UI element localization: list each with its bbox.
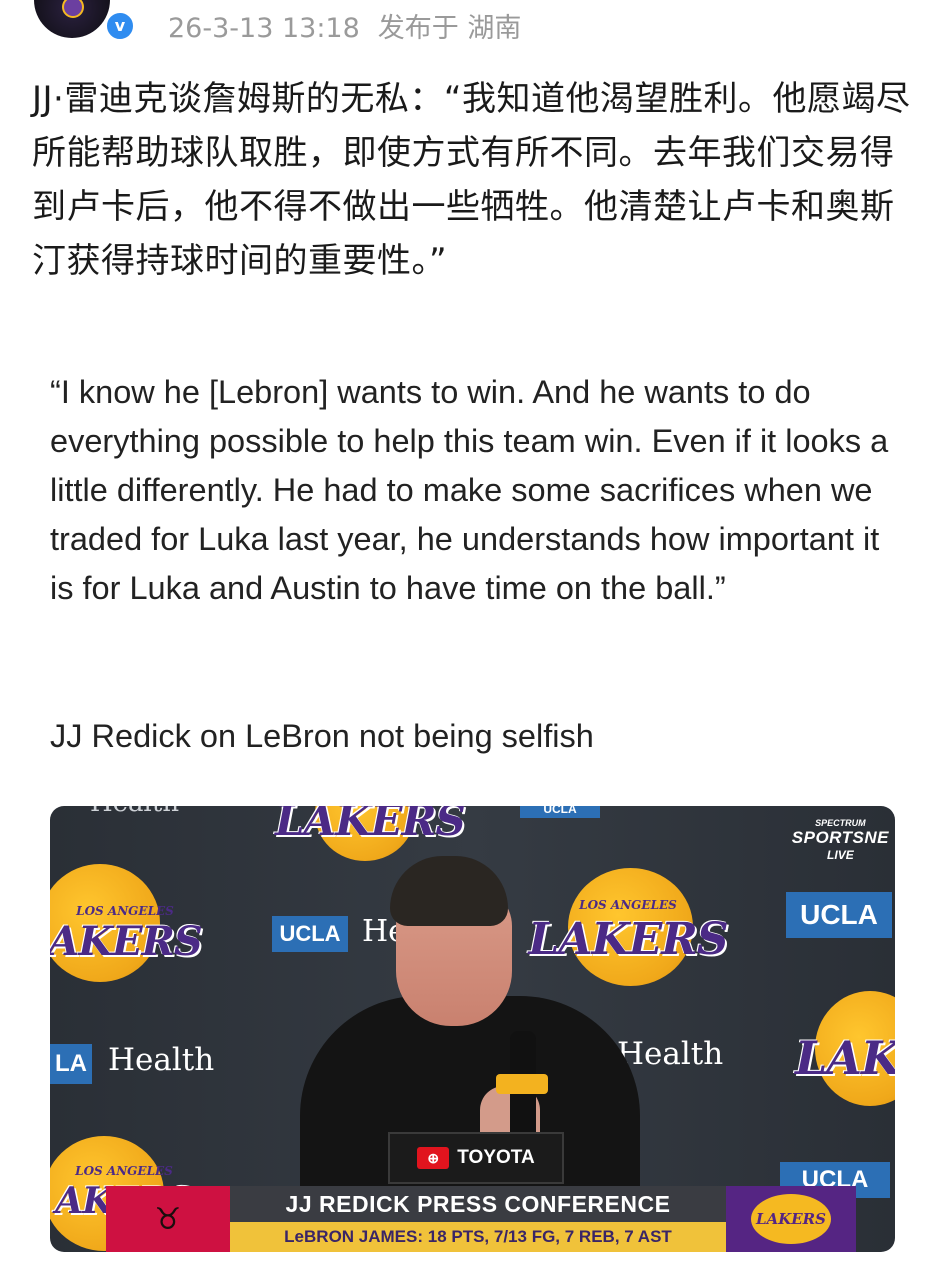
lakers-logo: LAKERS (275, 806, 466, 861)
lower-third-title: JJ REDICK PRESS CONFERENCE (230, 1186, 726, 1222)
lakers-logo-badge: LAKERS (726, 1186, 856, 1252)
broadcast-lower-third: ♉ JJ REDICK PRESS CONFERENCE LeBRON JAME… (106, 1186, 856, 1252)
bulls-logo-icon: ♉ (106, 1186, 230, 1252)
post-meta: 26-3-13 13:18 发布于 湖南 (168, 6, 521, 45)
lakers-logo: LAKERS (795, 991, 895, 1111)
post-header: v 26-3-13 13:18 发布于 湖南 (0, 0, 945, 50)
toyota-logo-icon: ⊕ (417, 1147, 450, 1169)
press-conference-photo[interactable]: Health LAKERS UCLA LOS ANGELES AKERS UCL… (50, 806, 895, 1252)
lakers-badge-text: LAKERS (751, 1194, 831, 1244)
lakers-avatar-icon (62, 0, 84, 18)
lower-third-stat-line: LeBRON JAMES: 18 PTS, 7/13 FG, 7 REB, 7 … (230, 1222, 726, 1252)
post-timestamp: 26-3-13 13:18 (168, 13, 360, 44)
post-text-zh: JJ·雷迪克谈詹姆斯的无私：“我知道他渴望胜利。他愿竭尽所能帮助球队取胜，即使方… (32, 79, 911, 281)
lakers-logo: LOS ANGELES AKERS (50, 864, 210, 984)
post-caption-en: JJ Redick on LeBron not being selfish (50, 718, 594, 754)
post-quote-en: “I know he [Lebron] wants to win. And he… (50, 374, 889, 606)
ucla-banner-partial: LA (50, 1044, 92, 1084)
ucla-banner: UCLA (786, 892, 892, 938)
toyota-podium-sign: ⊕ TOYOTA (388, 1132, 564, 1184)
avatar[interactable] (34, 0, 110, 38)
toyota-label: TOYOTA (457, 1147, 535, 1168)
spectrum-sportsnet-logo: SPECTRUM SPORTSNE LIVE (791, 818, 889, 862)
ucla-banner: UCLA (520, 806, 600, 818)
post-location: 发布于 湖南 (377, 13, 522, 44)
backdrop-health-text: Health (108, 1042, 215, 1078)
backdrop-health-partial: Health (90, 806, 179, 818)
verified-badge-icon: v (104, 10, 136, 42)
